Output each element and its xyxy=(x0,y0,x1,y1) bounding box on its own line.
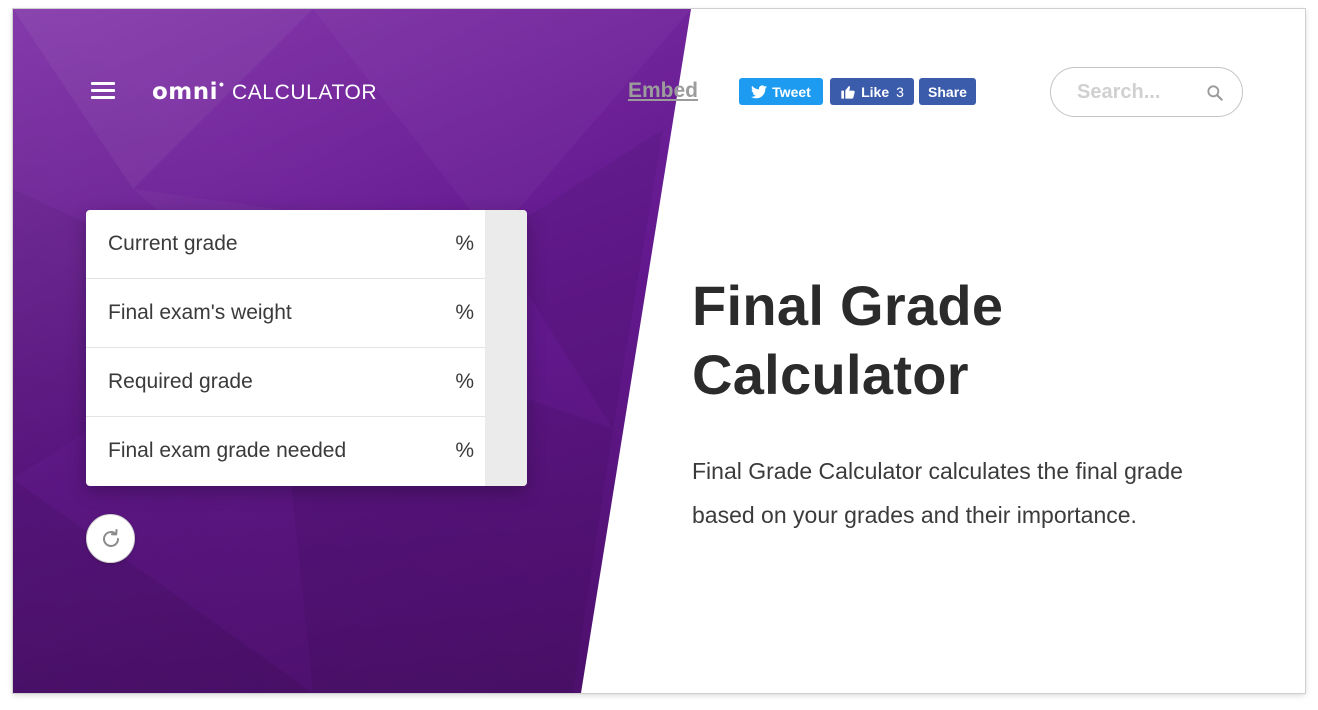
like-count: 3 xyxy=(896,83,904,100)
facebook-like-button[interactable]: Like 3 xyxy=(830,78,914,105)
search-box[interactable] xyxy=(1050,67,1243,117)
page-description: Final Grade Calculator calculates the fi… xyxy=(692,458,1183,528)
thumbs-up-icon xyxy=(841,85,855,99)
logo-dot: • xyxy=(219,76,224,92)
tweet-button[interactable]: Tweet xyxy=(739,78,823,105)
row-unit: % xyxy=(455,232,474,255)
logo-brand: omni xyxy=(152,79,219,105)
search-icon[interactable] xyxy=(1205,83,1225,103)
row-unit: % xyxy=(455,439,474,462)
row-label: Final exam grade needed xyxy=(108,439,347,462)
calculator-row-current-grade[interactable]: Current grade % xyxy=(86,210,485,279)
calculator-row-required-grade[interactable]: Required grade % xyxy=(86,348,485,417)
tweet-label: Tweet xyxy=(772,83,811,100)
search-input[interactable] xyxy=(1077,80,1197,104)
logo-product: CALCULATOR xyxy=(231,81,378,104)
row-unit: % xyxy=(455,301,474,324)
calculator-row-final-exam-weight[interactable]: Final exam's weight % xyxy=(86,279,485,348)
refresh-icon xyxy=(102,528,119,547)
row-unit: % xyxy=(455,370,474,393)
omni-calculator-logo[interactable]: omni • CALCULATOR xyxy=(152,76,378,105)
page-title: Final Grade Calculator xyxy=(692,274,1004,406)
calculator-card: Current grade % Final exam's weight % Re… xyxy=(86,210,527,486)
share-label: Share xyxy=(928,83,967,100)
menu-icon[interactable] xyxy=(91,82,115,100)
like-label: Like xyxy=(861,83,890,100)
card-scrollbar[interactable] xyxy=(485,210,527,486)
twitter-bird-icon xyxy=(751,84,768,98)
browser-viewport: omni • CALCULATOR Embed Tweet Like 3 Sha… xyxy=(13,9,1305,693)
facebook-share-button[interactable]: Share xyxy=(919,78,976,105)
reset-button[interactable] xyxy=(86,514,135,563)
embed-link[interactable]: Embed xyxy=(628,79,698,103)
calculator-row-final-exam-grade-needed[interactable]: Final exam grade needed % xyxy=(86,417,485,486)
row-label: Required grade xyxy=(108,370,253,393)
row-label: Current grade xyxy=(108,232,238,255)
row-label: Final exam's weight xyxy=(108,301,292,324)
